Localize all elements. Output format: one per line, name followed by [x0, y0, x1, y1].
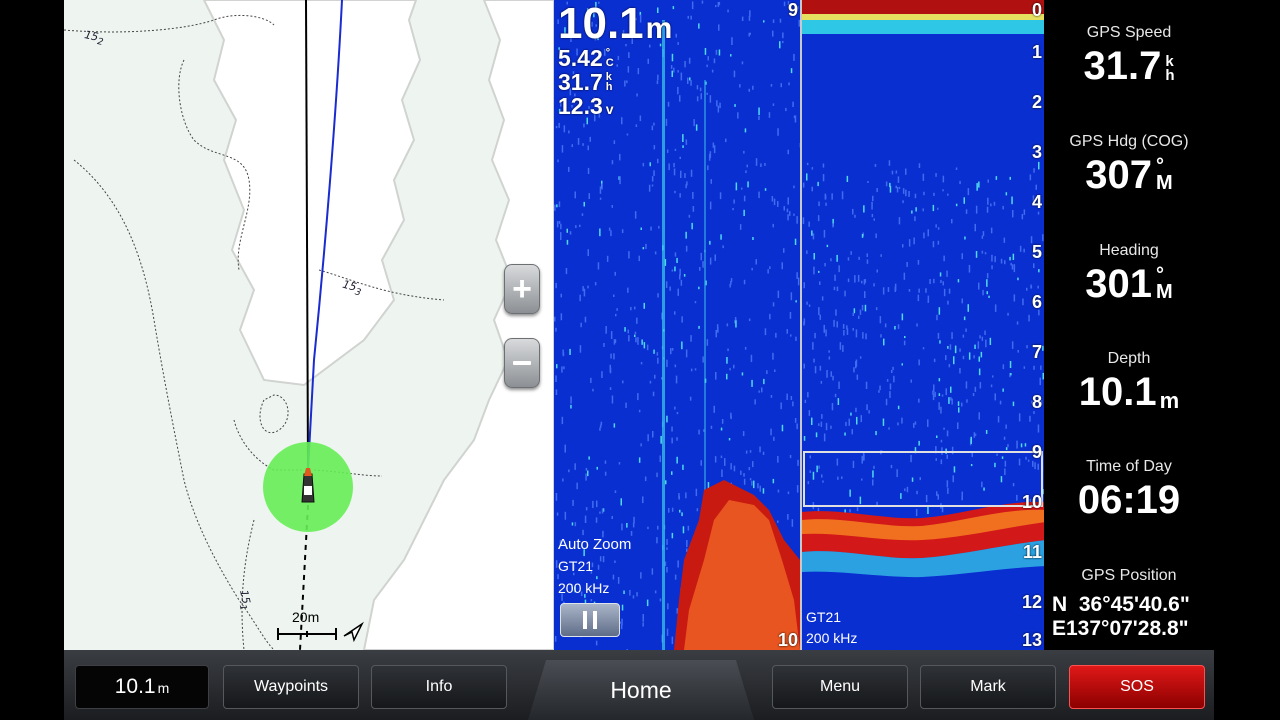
sonar-history-image [802, 0, 1044, 650]
frequency-label: 200 kHz [806, 630, 858, 646]
contour-line [241, 519, 255, 650]
frequency-label: 200 kHz [558, 580, 610, 596]
time-value: 06:19 [1077, 478, 1181, 522]
gps-heading-field[interactable]: GPS Hdg (COG) 307 ° M [1044, 133, 1214, 195]
depth-scale-0: 0 [1031, 0, 1042, 20]
data-sidebar: GPS Speed 31.7 kh GPS Hdg (COG) 307 ° M H… [1044, 0, 1214, 650]
mark-button[interactable]: Mark [920, 665, 1056, 709]
gps-speed-label: GPS Speed [1086, 24, 1172, 41]
transducer-label: GT21 [806, 609, 842, 625]
home-button[interactable]: Home [528, 660, 754, 720]
depth-value: 10.1 m [1078, 370, 1180, 414]
gps-longitude: E137°07'28.8" [1052, 617, 1189, 640]
depth-scale-2: 2 [1031, 92, 1042, 112]
sos-button[interactable]: SOS [1069, 665, 1205, 709]
depth-scale-4: 4 [1031, 192, 1042, 212]
gps-heading-value: 307 ° M [1085, 153, 1173, 197]
sonar-history-pane[interactable]: 0 1 2 3 4 5 6 7 8 9 10 11 12 13 GT21 200… [800, 0, 1044, 650]
menu-button[interactable]: Menu [772, 665, 908, 709]
minus-icon [513, 361, 531, 365]
chart-pane[interactable]: 152 153 151 20m + [64, 0, 554, 650]
depth-readout-button[interactable]: 10.1 m [75, 665, 209, 709]
heading-label: Heading [1099, 242, 1159, 259]
depth-scale-7: 7 [1031, 342, 1042, 362]
depth-scale-11: 11 [1022, 542, 1042, 562]
time-field[interactable]: Time of Day 06:19 [1044, 458, 1214, 520]
north-arrow-icon [343, 621, 364, 643]
zoom-out-button[interactable] [504, 338, 540, 388]
depth-scale-9: 9 [1031, 442, 1042, 462]
gps-speed-field[interactable]: GPS Speed 31.7 kh [1044, 24, 1214, 86]
scale-label: 20m [292, 609, 320, 625]
chart-map [64, 0, 554, 650]
depth-label: Depth [1107, 350, 1151, 367]
depth-scale-5: 5 [1031, 242, 1042, 262]
sonar-mode-label: Auto Zoom [558, 536, 632, 553]
scale-bar [277, 628, 337, 640]
depth-scale-10: 10 [1021, 492, 1042, 512]
zoom-in-button[interactable]: + [504, 264, 540, 314]
contour-line [259, 394, 289, 433]
info-button[interactable]: Info [371, 665, 507, 709]
depth-scale-8: 8 [1031, 392, 1042, 412]
zoom-scale-bottom: 10 [777, 630, 798, 650]
depth-scale-12: 12 [1021, 592, 1042, 612]
heading-value: 301 ° M [1085, 262, 1173, 306]
water-temp-readout: 5.42 ° C [558, 45, 614, 71]
speed-readout: 31.7 kh [558, 69, 613, 95]
sonar-zoom-pane[interactable]: 10.1m 5.42 ° C 31.7 kh 12.3 v 9 10 Auto Zo… [554, 0, 800, 650]
gps-heading-label: GPS Hdg (COG) [1069, 133, 1189, 150]
plus-icon: + [512, 270, 532, 308]
gps-latitude: N 36°45'40.6" [1052, 593, 1190, 616]
time-label: Time of Day [1086, 458, 1172, 475]
depth-field[interactable]: Depth 10.1 m [1044, 350, 1214, 412]
gps-speed-value: 31.7 kh [1083, 44, 1175, 88]
pause-icon [583, 611, 597, 629]
transducer-label: GT21 [558, 558, 594, 574]
depth-scale-3: 3 [1031, 142, 1042, 162]
pause-button[interactable] [560, 603, 620, 637]
depth-scale-13: 13 [1021, 630, 1042, 650]
gps-position-label: GPS Position [1081, 567, 1177, 584]
waypoints-button[interactable]: Waypoints [223, 665, 359, 709]
depth-scale-6: 6 [1031, 292, 1042, 312]
land-area [202, 0, 422, 387]
depth-scale-1: 1 [1031, 42, 1042, 62]
heading-field[interactable]: Heading 301 ° M [1044, 242, 1214, 304]
voltage-readout: 12.3 v [558, 93, 614, 119]
gps-position-field[interactable]: GPS Position N 36°45'40.6" E137°07'28.8" [1044, 567, 1214, 641]
zoom-scale-top: 9 [787, 0, 798, 20]
